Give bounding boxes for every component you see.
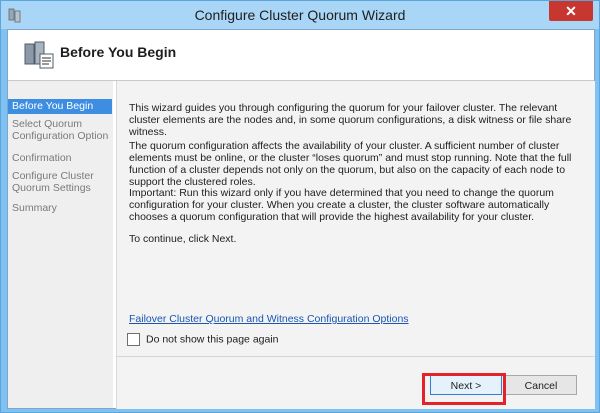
step-summary[interactable]: Summary	[12, 202, 112, 214]
window-title: Configure Cluster Quorum Wizard	[194, 7, 406, 23]
paragraph-continue: To continue, click Next.	[129, 233, 237, 245]
step-before-you-begin[interactable]: Before You Begin	[8, 99, 112, 114]
wizard-steps: Before You Begin Select Quorum Configura…	[8, 81, 113, 408]
next-button-highlight	[422, 373, 506, 405]
step-select-quorum[interactable]: Select Quorum Configuration Option	[12, 118, 112, 142]
page-title: Before You Begin	[60, 44, 177, 60]
paragraph-intro: This wizard guides you through configuri…	[129, 102, 572, 138]
wizard-footer: Next > Cancel	[116, 356, 595, 409]
paragraph-important: Important: Run this wizard only if you h…	[129, 187, 554, 223]
title-bar[interactable]: Configure Cluster Quorum Wizard ✕	[1, 1, 599, 29]
dont-show-label: Do not show this page again	[146, 333, 279, 346]
wizard-window: Configure Cluster Quorum Wizard ✕ Before…	[0, 0, 600, 413]
step-confirmation[interactable]: Confirmation	[12, 152, 112, 164]
cancel-button[interactable]: Cancel	[505, 375, 577, 395]
step-configure-settings[interactable]: Configure Cluster Quorum Settings	[12, 170, 112, 194]
dont-show-checkbox[interactable]	[127, 333, 140, 346]
wizard-body: Before You Begin Before You Begin Select…	[7, 29, 595, 409]
paragraph-availability: The quorum configuration affects the ava…	[129, 140, 572, 188]
wizard-content: This wizard guides you through configuri…	[116, 81, 595, 356]
wizard-header: Before You Begin	[8, 30, 594, 81]
dont-show-checkbox-row[interactable]: Do not show this page again	[127, 333, 279, 346]
cluster-icon	[24, 41, 54, 69]
close-button[interactable]: ✕	[549, 1, 593, 21]
help-link[interactable]: Failover Cluster Quorum and Witness Conf…	[129, 313, 409, 325]
